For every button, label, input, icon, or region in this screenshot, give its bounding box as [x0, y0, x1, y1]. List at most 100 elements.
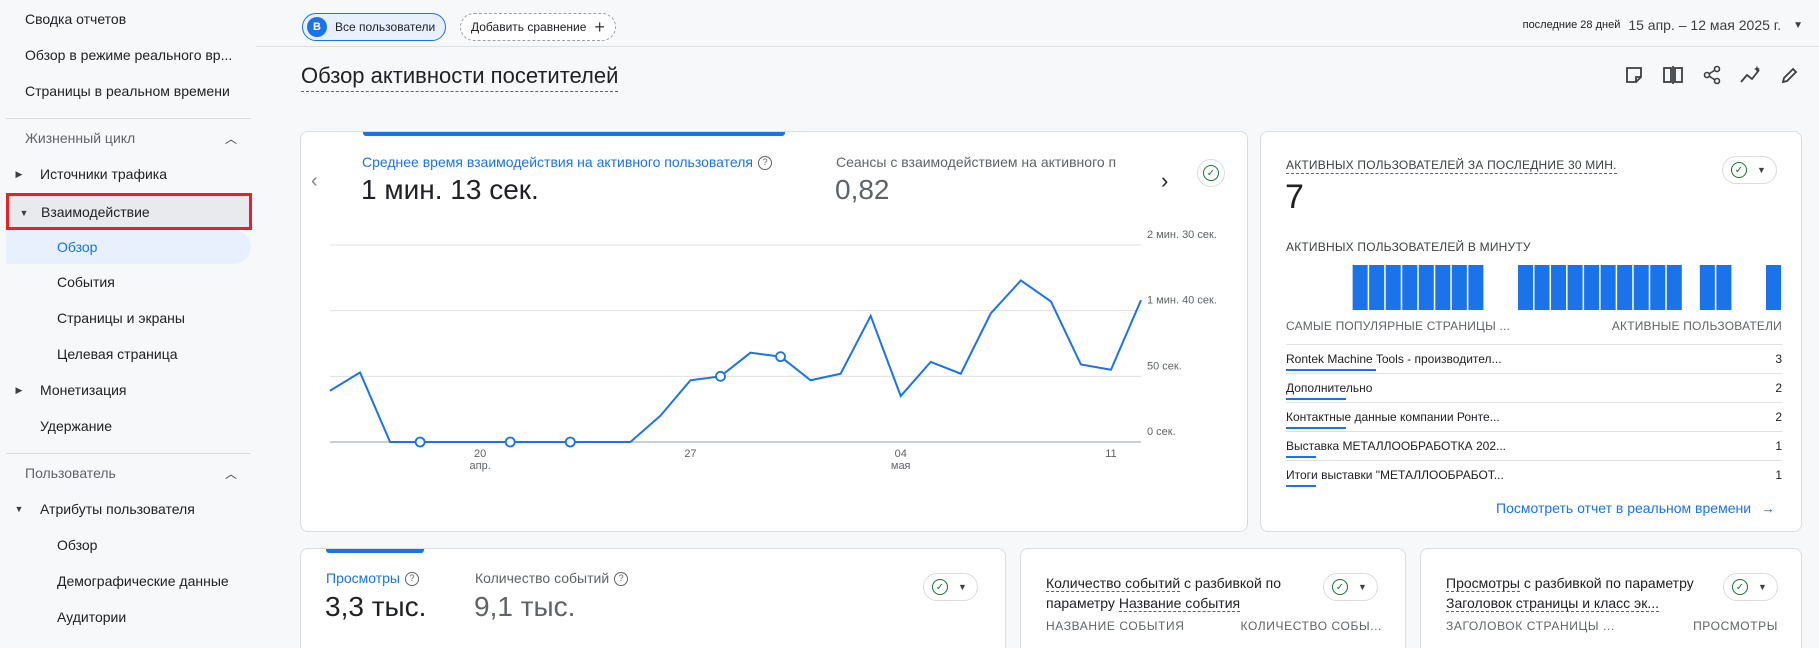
sidebar-divider: [6, 453, 251, 454]
nav-landing-page[interactable]: Целевая страница: [57, 337, 178, 371]
compare-columns-icon[interactable]: [1662, 64, 1684, 86]
per-minute-bar[interactable]: [1352, 265, 1368, 310]
y-tick-label: 2 мин. 30 сек.: [1147, 229, 1217, 241]
per-minute-bar[interactable]: [1600, 265, 1616, 310]
col-active-users[interactable]: АКТИВНЫЕ ПОЛЬЗОВАТЕЛИ: [1598, 319, 1782, 333]
pages-card-title[interactable]: Просмотры с разбивкой по параметру Загол…: [1446, 573, 1706, 613]
help-icon[interactable]: ?: [614, 572, 629, 587]
data-point[interactable]: [564, 436, 576, 448]
views-status-dropdown[interactable]: ✓ ▼: [923, 573, 978, 601]
page-title[interactable]: Обзор активности посетителей: [301, 63, 619, 92]
per-minute-bar[interactable]: [1633, 265, 1649, 310]
insights-icon[interactable]: [1740, 64, 1762, 86]
per-minute-bar[interactable]: [1369, 265, 1385, 310]
events-card-title[interactable]: Количество событий с разбивкой по параме…: [1046, 573, 1306, 613]
per-minute-bar[interactable]: [1699, 265, 1715, 310]
realtime-report-link[interactable]: Посмотреть отчет в реальном времени →: [1496, 500, 1775, 516]
nav-reports-snapshot[interactable]: Сводка отчетов: [25, 2, 126, 36]
nav-monetization[interactable]: ▶ Монетизация: [0, 373, 256, 407]
pages-title-metric: Просмотры: [1446, 575, 1520, 592]
row-share-bar: [1286, 456, 1316, 458]
nav-demographics[interactable]: Демографические данные: [57, 564, 229, 598]
realtime-link-label: Посмотреть отчет в реальном времени: [1496, 500, 1752, 516]
table-row[interactable]: Итоги выставки "МЕТАЛЛООБРАБОТ... 1: [1286, 460, 1782, 489]
per-minute-bar[interactable]: [1435, 265, 1451, 310]
per-minute-bar-chart: [1352, 265, 1781, 310]
check-circle-icon: ✓: [1332, 579, 1348, 595]
dropdown-arrow-icon: ▼: [1758, 582, 1767, 592]
data-point[interactable]: [414, 436, 426, 448]
nav-events[interactable]: События: [57, 265, 115, 299]
edit-pencil-icon[interactable]: [1779, 64, 1801, 86]
date-range-picker[interactable]: последние 28 дней 15 апр. – 12 мая 2025 …: [1523, 17, 1803, 33]
events-status-dropdown[interactable]: ✓ ▼: [1323, 573, 1378, 601]
data-point[interactable]: [715, 370, 726, 382]
views-by-page-card: Просмотры с разбивкой по параметру Загол…: [1420, 548, 1802, 648]
per-minute-bar[interactable]: [1716, 265, 1732, 310]
nav-retention[interactable]: Удержание: [40, 409, 112, 443]
metric-event-count[interactable]: Количество событий?: [475, 570, 629, 587]
pages-status-dropdown[interactable]: ✓ ▼: [1723, 573, 1778, 601]
data-point[interactable]: [775, 351, 786, 363]
check-circle-icon: ✓: [1731, 162, 1747, 178]
realtime-title[interactable]: АКТИВНЫХ ПОЛЬЗОВАТЕЛЕЙ ЗА ПОСЛЕДНИЕ 30 М…: [1286, 158, 1617, 174]
dropdown-arrow-icon: ▼: [958, 582, 967, 592]
nav-monetization-label: Монетизация: [40, 382, 127, 398]
nav-engagement[interactable]: ▼ Взаимодействие: [6, 193, 252, 230]
chevron-up-icon: ︿: [224, 131, 237, 146]
col-event-name[interactable]: НАЗВАНИЕ СОБЫТИЯ: [1046, 619, 1184, 633]
section-user[interactable]: Пользователь ︿: [6, 456, 251, 490]
nav-pages-screens[interactable]: Страницы и экраны: [57, 301, 185, 335]
per-minute-bar[interactable]: [1617, 265, 1633, 310]
per-minute-bar[interactable]: [1468, 265, 1484, 310]
nav-realtime-pages[interactable]: Страницы в реальном времени: [25, 74, 230, 108]
metric-views[interactable]: Просмотры?: [326, 570, 419, 587]
add-comparison-button[interactable]: Добавить сравнение +: [460, 13, 616, 41]
note-icon[interactable]: [1623, 64, 1645, 86]
row-page-name: Итоги выставки "МЕТАЛЛООБРАБОТ...: [1286, 468, 1504, 482]
row-page-name: Выставка МЕТАЛЛООБРАБОТКА 202...: [1286, 439, 1507, 453]
nav-traffic-acquisition[interactable]: ▶ Источники трафика: [0, 157, 256, 191]
nav-engagement-overview[interactable]: Обзор: [6, 230, 251, 264]
per-minute-bar[interactable]: [1418, 265, 1434, 310]
per-minute-bar[interactable]: [1666, 265, 1682, 310]
per-minute-bar[interactable]: [1451, 265, 1467, 310]
segment-chip-all-users[interactable]: B Все пользователи: [302, 13, 447, 41]
per-minute-bar[interactable]: [1534, 265, 1550, 310]
col-page-title[interactable]: ЗАГОЛОВОК СТРАНИЦЫ ...: [1446, 619, 1615, 633]
table-row[interactable]: Выставка МЕТАЛЛООБРАБОТКА 202... 1: [1286, 431, 1782, 460]
row-share-bar: [1286, 369, 1376, 371]
nav-user-overview[interactable]: Обзор: [57, 528, 97, 562]
plus-icon: +: [594, 17, 605, 37]
share-icon[interactable]: [1701, 64, 1723, 86]
nav-audiences[interactable]: Аудитории: [57, 600, 126, 634]
events-title-text: с разбивкой по: [1180, 575, 1282, 591]
per-minute-bar[interactable]: [1567, 265, 1583, 310]
per-minute-bar[interactable]: [1650, 265, 1666, 310]
dropdown-arrow-icon: ▼: [1358, 582, 1367, 592]
nav-engagement-label: Взаимодействие: [41, 204, 150, 220]
event-count-label: Количество событий: [475, 570, 610, 586]
active-tab-indicator: [326, 549, 424, 553]
per-minute-bar[interactable]: [1517, 265, 1533, 310]
chevron-up-icon: ︿: [224, 466, 237, 481]
table-row[interactable]: Контактные данные компании Ронте... 2: [1286, 402, 1782, 431]
col-event-count[interactable]: КОЛИЧЕСТВО СОБЫ...: [1237, 619, 1382, 633]
realtime-status-dropdown[interactable]: ✓ ▼: [1722, 156, 1777, 184]
table-row[interactable]: Дополнительно 2: [1286, 373, 1782, 402]
per-minute-bar[interactable]: [1584, 265, 1600, 310]
col-top-pages[interactable]: САМЫЕ ПОПУЛЯРНЫЕ СТРАНИЦЫ ...: [1286, 319, 1510, 333]
per-minute-bar[interactable]: [1402, 265, 1418, 310]
table-row[interactable]: Rontek Machine Tools - производител... 3: [1286, 344, 1782, 373]
y-tick-label: 1 мин. 40 сек.: [1147, 295, 1217, 307]
nav-user-attributes[interactable]: ▼ Атрибуты пользователя: [0, 492, 256, 526]
section-lifecycle[interactable]: Жизненный цикл ︿: [6, 121, 251, 155]
col-views[interactable]: ПРОСМОТРЫ: [1637, 619, 1778, 633]
per-minute-bar[interactable]: [1551, 265, 1567, 310]
per-minute-bar[interactable]: [1385, 265, 1401, 310]
help-icon[interactable]: ?: [405, 572, 419, 587]
section-lifecycle-label: Жизненный цикл: [25, 130, 136, 146]
data-point[interactable]: [504, 436, 516, 448]
per-minute-bar[interactable]: [1765, 265, 1781, 310]
nav-realtime-overview[interactable]: Обзор в режиме реального вр...: [25, 38, 232, 72]
